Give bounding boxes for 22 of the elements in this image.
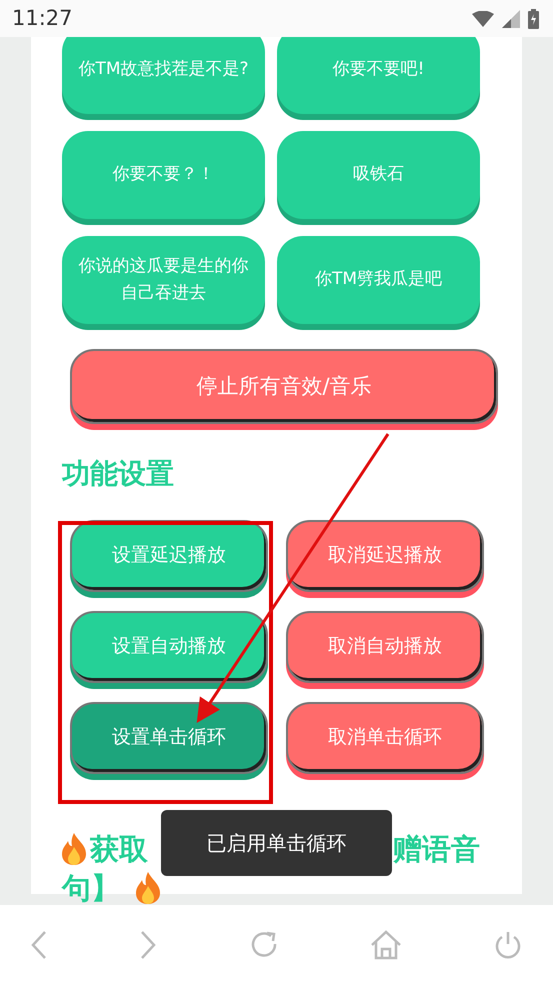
fire-icon bbox=[136, 872, 160, 904]
power-icon[interactable] bbox=[493, 930, 523, 960]
sound-button[interactable]: 你要不要吧! bbox=[277, 37, 480, 114]
signal-icon bbox=[502, 10, 520, 28]
sound-button[interactable]: 吸铁石 bbox=[277, 131, 480, 219]
sound-button[interactable]: 你TM故意找茬是不是? bbox=[62, 37, 265, 114]
home-icon[interactable] bbox=[370, 930, 402, 960]
back-icon[interactable] bbox=[30, 930, 48, 960]
toast-message: 已启用单击循环 bbox=[161, 810, 392, 876]
sound-button[interactable]: 你TM劈我瓜是吧 bbox=[277, 236, 480, 324]
heading-text: 获取 bbox=[90, 830, 148, 868]
sound-button[interactable]: 你要不要？！ bbox=[62, 131, 265, 219]
forward-icon[interactable] bbox=[139, 930, 158, 960]
clock: 11:27 bbox=[12, 4, 73, 32]
sound-button[interactable]: 你说的这瓜要是生的你自己吞进去 bbox=[62, 236, 265, 324]
heading-text: 句】 bbox=[62, 870, 120, 905]
wifi-icon bbox=[472, 10, 494, 26]
heading-text: 赠语音 bbox=[393, 830, 480, 868]
battery-icon bbox=[528, 8, 539, 28]
section-heading: 功能设置 bbox=[62, 457, 175, 491]
refresh-icon[interactable] bbox=[248, 930, 278, 960]
fire-icon bbox=[62, 833, 86, 866]
